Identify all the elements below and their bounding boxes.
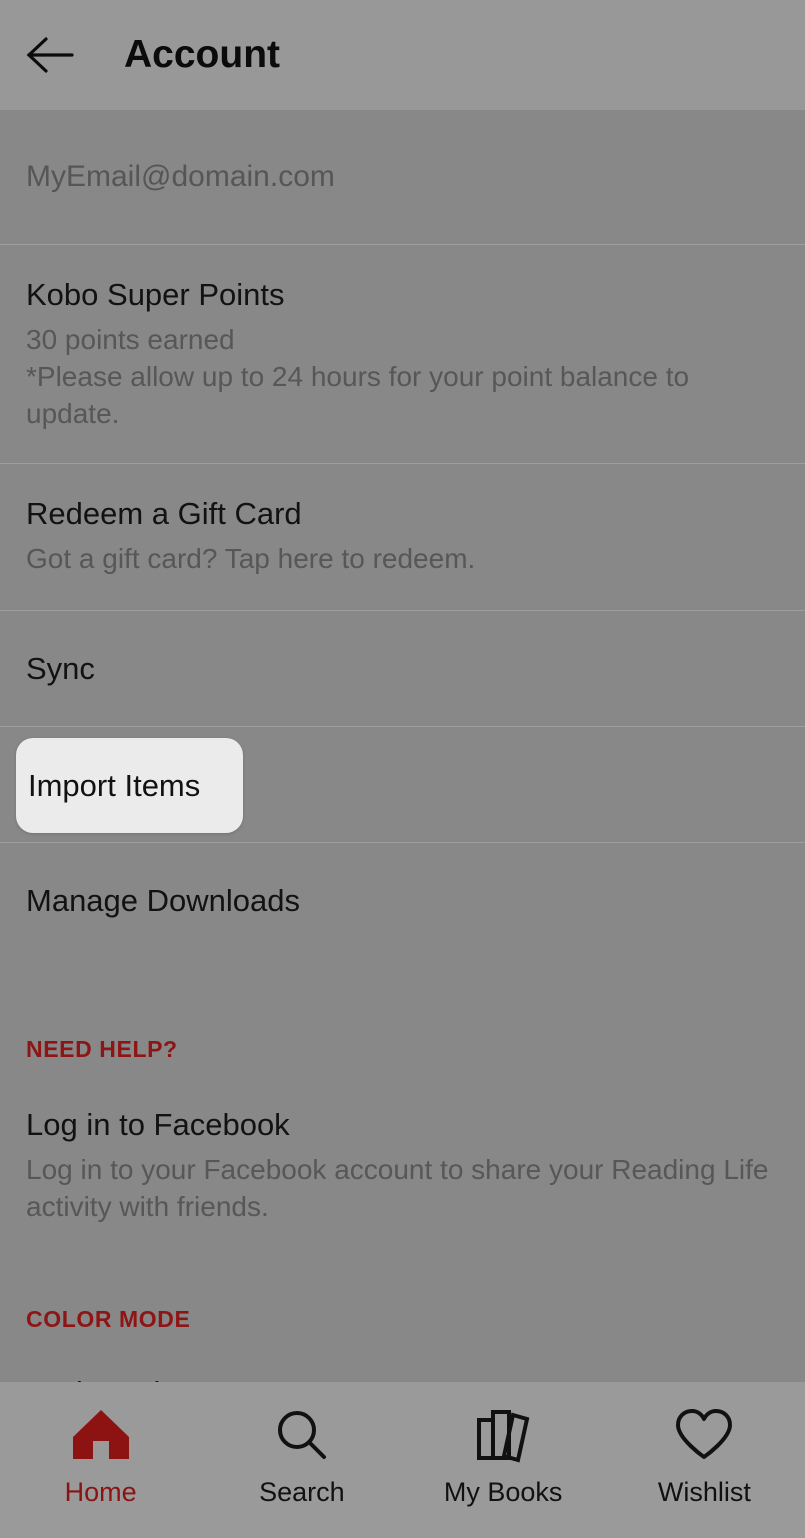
- arrow-left-icon: [25, 35, 75, 75]
- section-header-need-help: NEED HELP?: [0, 1036, 805, 1063]
- row-title: Log in to Facebook: [26, 1109, 779, 1140]
- nav-item-my-books[interactable]: My Books: [403, 1382, 604, 1508]
- nav-item-home[interactable]: Home: [0, 1382, 201, 1508]
- heart-icon: [672, 1407, 736, 1463]
- row-facebook-login[interactable]: Log in to Facebook Log in to your Facebo…: [0, 1109, 805, 1226]
- facebook-description: Log in to your Facebook account to share…: [26, 1152, 779, 1226]
- points-earned: 30 points earned: [26, 322, 779, 359]
- nav-item-search[interactable]: Search: [201, 1382, 402, 1508]
- nav-label: Home: [65, 1477, 137, 1508]
- account-email: MyEmail@domain.com: [26, 160, 335, 194]
- row-title: Sync: [26, 653, 95, 684]
- row-title: Import Items: [28, 770, 200, 801]
- row-title: Manage Downloads: [26, 885, 300, 916]
- gift-card-hint: Got a gift card? Tap here to redeem.: [26, 541, 779, 578]
- row-title: Kobo Super Points: [26, 279, 779, 310]
- nav-item-wishlist[interactable]: Wishlist: [604, 1382, 805, 1508]
- books-icon: [470, 1407, 536, 1463]
- points-disclaimer: *Please allow up to 24 hours for your po…: [26, 359, 779, 433]
- section-header-color-mode: COLOR MODE: [0, 1306, 805, 1333]
- account-email-row[interactable]: MyEmail@domain.com: [0, 110, 805, 244]
- row-sync[interactable]: Sync: [0, 611, 805, 726]
- home-icon: [70, 1407, 132, 1463]
- search-icon: [271, 1407, 333, 1463]
- back-button[interactable]: [22, 27, 78, 83]
- row-manage-downloads[interactable]: Manage Downloads: [0, 843, 805, 958]
- account-settings-list: MyEmail@domain.com Kobo Super Points 30 …: [0, 110, 805, 1382]
- nav-label: My Books: [444, 1477, 563, 1508]
- import-items-highlight[interactable]: Import Items: [16, 738, 243, 833]
- row-title: Redeem a Gift Card: [26, 498, 779, 529]
- page-title: Account: [124, 33, 280, 77]
- app-header: Account: [0, 0, 805, 110]
- row-import-items[interactable]: Import Items: [0, 727, 805, 842]
- nav-label: Search: [259, 1477, 345, 1508]
- nav-label: Wishlist: [658, 1477, 751, 1508]
- row-kobo-super-points[interactable]: Kobo Super Points 30 points earned *Plea…: [0, 245, 805, 463]
- bottom-navigation: Home Search My Books Wishlist: [0, 1382, 805, 1538]
- row-redeem-gift-card[interactable]: Redeem a Gift Card Got a gift card? Tap …: [0, 464, 805, 610]
